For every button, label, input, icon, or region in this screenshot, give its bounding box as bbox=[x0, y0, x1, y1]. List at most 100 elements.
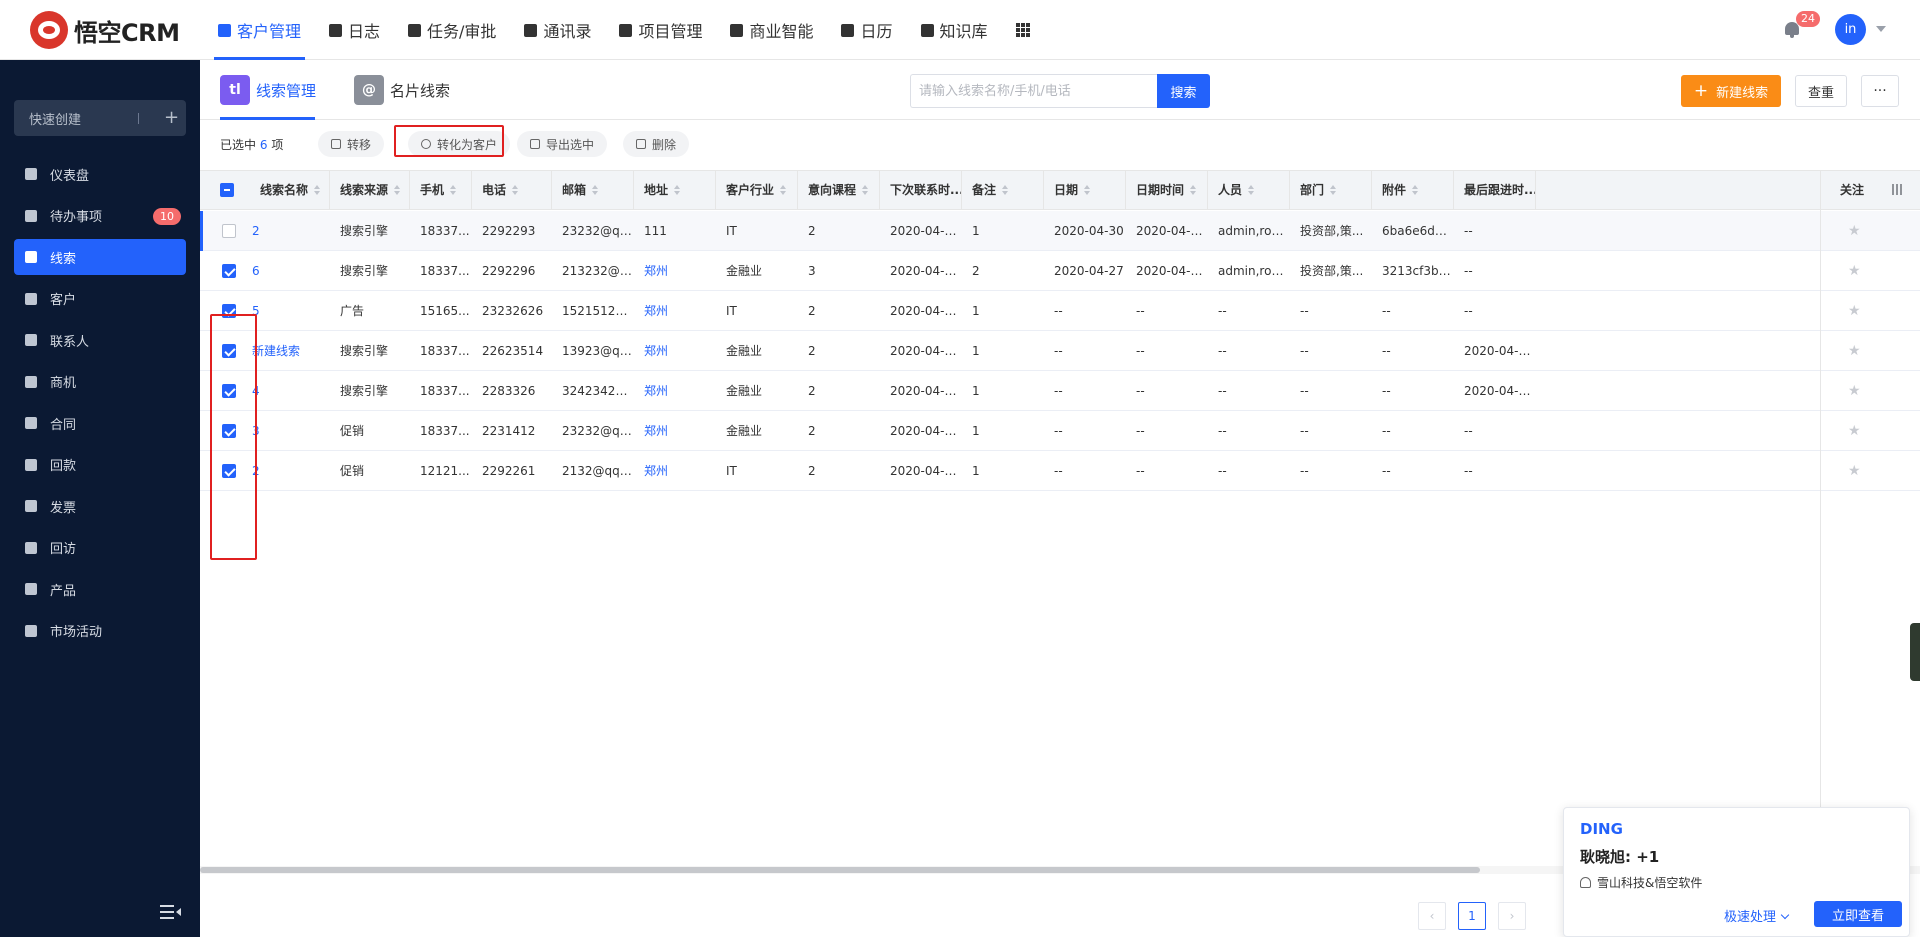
sort-icon[interactable] bbox=[512, 185, 520, 195]
sort-icon[interactable] bbox=[592, 185, 600, 195]
more-button[interactable]: ··· bbox=[1861, 75, 1899, 107]
sort-icon[interactable] bbox=[780, 185, 788, 195]
tab-lead-management[interactable]: tl 线索管理 bbox=[220, 74, 316, 106]
column-header[interactable]: 最后跟进时... bbox=[1454, 171, 1536, 209]
sidebar-item-11[interactable]: 市场活动 bbox=[14, 613, 186, 649]
row-checkbox[interactable] bbox=[222, 264, 236, 278]
page-button[interactable]: 1 bbox=[1458, 902, 1486, 930]
search-input[interactable] bbox=[910, 74, 1157, 108]
table-cell: 郑州 bbox=[644, 264, 669, 278]
table-row[interactable]: 2 促销 12121... 2292261 2132@qq.... 郑州 IT 2 2020-0… bbox=[200, 451, 1920, 491]
sort-icon[interactable] bbox=[862, 185, 870, 195]
quick-create-button[interactable]: 快速创建 + bbox=[14, 100, 186, 136]
column-header[interactable]: 附件 bbox=[1372, 171, 1454, 209]
star-icon[interactable]: ★ bbox=[1848, 384, 1861, 398]
sort-icon[interactable] bbox=[314, 185, 322, 195]
sidebar-item-4[interactable]: 联系人 bbox=[14, 322, 186, 358]
sidebar-item-7[interactable]: 回款 bbox=[14, 447, 186, 483]
column-header[interactable]: 人员 bbox=[1208, 171, 1290, 209]
nav-item-5[interactable]: 商业智能 bbox=[716, 0, 827, 60]
delete-button[interactable]: 删除 bbox=[623, 131, 690, 157]
sort-icon[interactable] bbox=[1190, 185, 1198, 195]
column-header[interactable]: 邮箱 bbox=[552, 171, 634, 209]
scrollbar-thumb[interactable] bbox=[200, 867, 1480, 873]
lead-name-link[interactable]: 6 bbox=[242, 251, 322, 291]
nav-item-2[interactable]: 任务/审批 bbox=[394, 0, 510, 60]
column-header[interactable]: 意向课程 bbox=[798, 171, 880, 209]
column-header[interactable]: 日期时间 bbox=[1126, 171, 1208, 209]
column-header[interactable]: 电话 bbox=[472, 171, 552, 209]
nav-item-1[interactable]: 日志 bbox=[315, 0, 394, 60]
dedupe-button[interactable]: 查重 bbox=[1795, 75, 1847, 107]
column-header[interactable]: 地址 bbox=[634, 171, 716, 209]
selection-prefix: 已选中 bbox=[220, 138, 257, 152]
column-header[interactable]: 日期 bbox=[1044, 171, 1126, 209]
column-header[interactable]: 线索名称 bbox=[250, 171, 330, 209]
column-header[interactable]: 部门 bbox=[1290, 171, 1372, 209]
sort-icon[interactable] bbox=[674, 185, 682, 195]
lead-name-link[interactable]: 2 bbox=[242, 211, 322, 251]
sidebar-item-9[interactable]: 回访 bbox=[14, 530, 186, 566]
star-icon[interactable]: ★ bbox=[1848, 224, 1861, 238]
nav-item-6[interactable]: 日历 bbox=[827, 0, 906, 60]
star-icon[interactable]: ★ bbox=[1848, 464, 1861, 478]
project-icon bbox=[619, 23, 633, 37]
star-icon[interactable]: ★ bbox=[1848, 424, 1861, 438]
nav-item-7[interactable]: 知识库 bbox=[907, 0, 1002, 60]
next-page-button[interactable]: › bbox=[1498, 902, 1526, 930]
apps-grid-button[interactable] bbox=[1002, 0, 1044, 60]
sort-icon[interactable] bbox=[1330, 185, 1338, 195]
nav-item-4[interactable]: 项目管理 bbox=[605, 0, 716, 60]
star-icon[interactable]: ★ bbox=[1848, 264, 1861, 278]
quick-process-dropdown[interactable]: 极速处理 bbox=[1724, 906, 1790, 925]
column-header[interactable]: 手机 bbox=[410, 171, 472, 209]
app-logo[interactable]: 悟空CRM bbox=[30, 11, 180, 49]
row-checkbox[interactable] bbox=[222, 224, 236, 238]
sort-icon[interactable] bbox=[1084, 185, 1092, 195]
sidebar-item-3[interactable]: 客户 bbox=[14, 281, 186, 317]
sort-icon[interactable] bbox=[394, 185, 402, 195]
sidebar-item-2[interactable]: 线索 bbox=[14, 239, 186, 275]
collapse-menu-icon[interactable] bbox=[160, 905, 181, 919]
sort-icon[interactable] bbox=[450, 185, 458, 195]
search-button[interactable]: 搜索 bbox=[1157, 74, 1210, 108]
sidebar-item-8[interactable]: 发票 bbox=[14, 488, 186, 524]
table-row[interactable]: 3 促销 18337... 2231412 23232@qq... 郑州 金融业 2 2020-… bbox=[200, 411, 1920, 451]
sidebar-item-6[interactable]: 合同 bbox=[14, 405, 186, 441]
plus-icon[interactable]: + bbox=[164, 107, 179, 128]
new-lead-button[interactable]: + 新建线索 bbox=[1681, 75, 1781, 107]
nav-item-0[interactable]: 客户管理 bbox=[204, 0, 315, 60]
prev-page-button[interactable]: ‹ bbox=[1418, 902, 1446, 930]
select-all-checkbox[interactable] bbox=[220, 183, 234, 197]
sidebar-item-5[interactable]: 商机 bbox=[14, 364, 186, 400]
table-cell: 2020-04-2... bbox=[890, 464, 962, 478]
column-header[interactable]: 线索来源 bbox=[330, 171, 410, 209]
table-row[interactable]: 4 搜索引擎 18337... 2283326 3242342@... 郑州 金融业 2 202… bbox=[200, 371, 1920, 411]
column-header[interactable]: 下次联系时... bbox=[880, 171, 962, 209]
column-header[interactable]: 备注 bbox=[962, 171, 1044, 209]
sidebar-item-1[interactable]: 待办事项 10 bbox=[14, 198, 186, 234]
chevron-down-icon[interactable] bbox=[1876, 26, 1886, 32]
column-header[interactable]: 关注 bbox=[1822, 171, 1882, 209]
tab-business-card-leads[interactable]: @ 名片线索 bbox=[354, 74, 450, 106]
sort-icon[interactable] bbox=[1412, 185, 1420, 195]
table-row[interactable]: 2 搜索引擎 18337... 2292293 23232@qq... 111 IT 2 202… bbox=[200, 211, 1920, 251]
table-row[interactable]: 新建线索 搜索引擎 18337... 22623514 13923@qq... 郑州 金融业… bbox=[200, 331, 1920, 371]
sidebar-item-10[interactable]: 产品 bbox=[14, 571, 186, 607]
sort-icon[interactable] bbox=[1002, 185, 1010, 195]
sort-icon[interactable] bbox=[1248, 185, 1256, 195]
sidebar-item-0[interactable]: 仪表盘 bbox=[14, 156, 186, 192]
column-settings-icon[interactable] bbox=[1892, 184, 1902, 195]
table-row[interactable]: 5 广告 15165... 23232626 1521512@... 郑州 IT 2 2020-… bbox=[200, 291, 1920, 331]
nav-item-3[interactable]: 通讯录 bbox=[510, 0, 605, 60]
avatar[interactable]: in bbox=[1835, 14, 1866, 45]
lead-icon bbox=[25, 251, 37, 263]
transfer-button[interactable]: 转移 bbox=[318, 131, 385, 157]
column-header[interactable]: 客户行业 bbox=[716, 171, 798, 209]
star-icon[interactable]: ★ bbox=[1848, 344, 1861, 358]
table-row[interactable]: 6 搜索引擎 18337... 2292296 213232@qq... 郑州 金融业 3 20… bbox=[200, 251, 1920, 291]
view-now-button[interactable]: 立即查看 bbox=[1814, 901, 1902, 927]
export-selected-button[interactable]: 导出选中 bbox=[517, 131, 608, 157]
star-icon[interactable]: ★ bbox=[1848, 304, 1861, 318]
side-drawer-handle[interactable] bbox=[1910, 623, 1920, 681]
